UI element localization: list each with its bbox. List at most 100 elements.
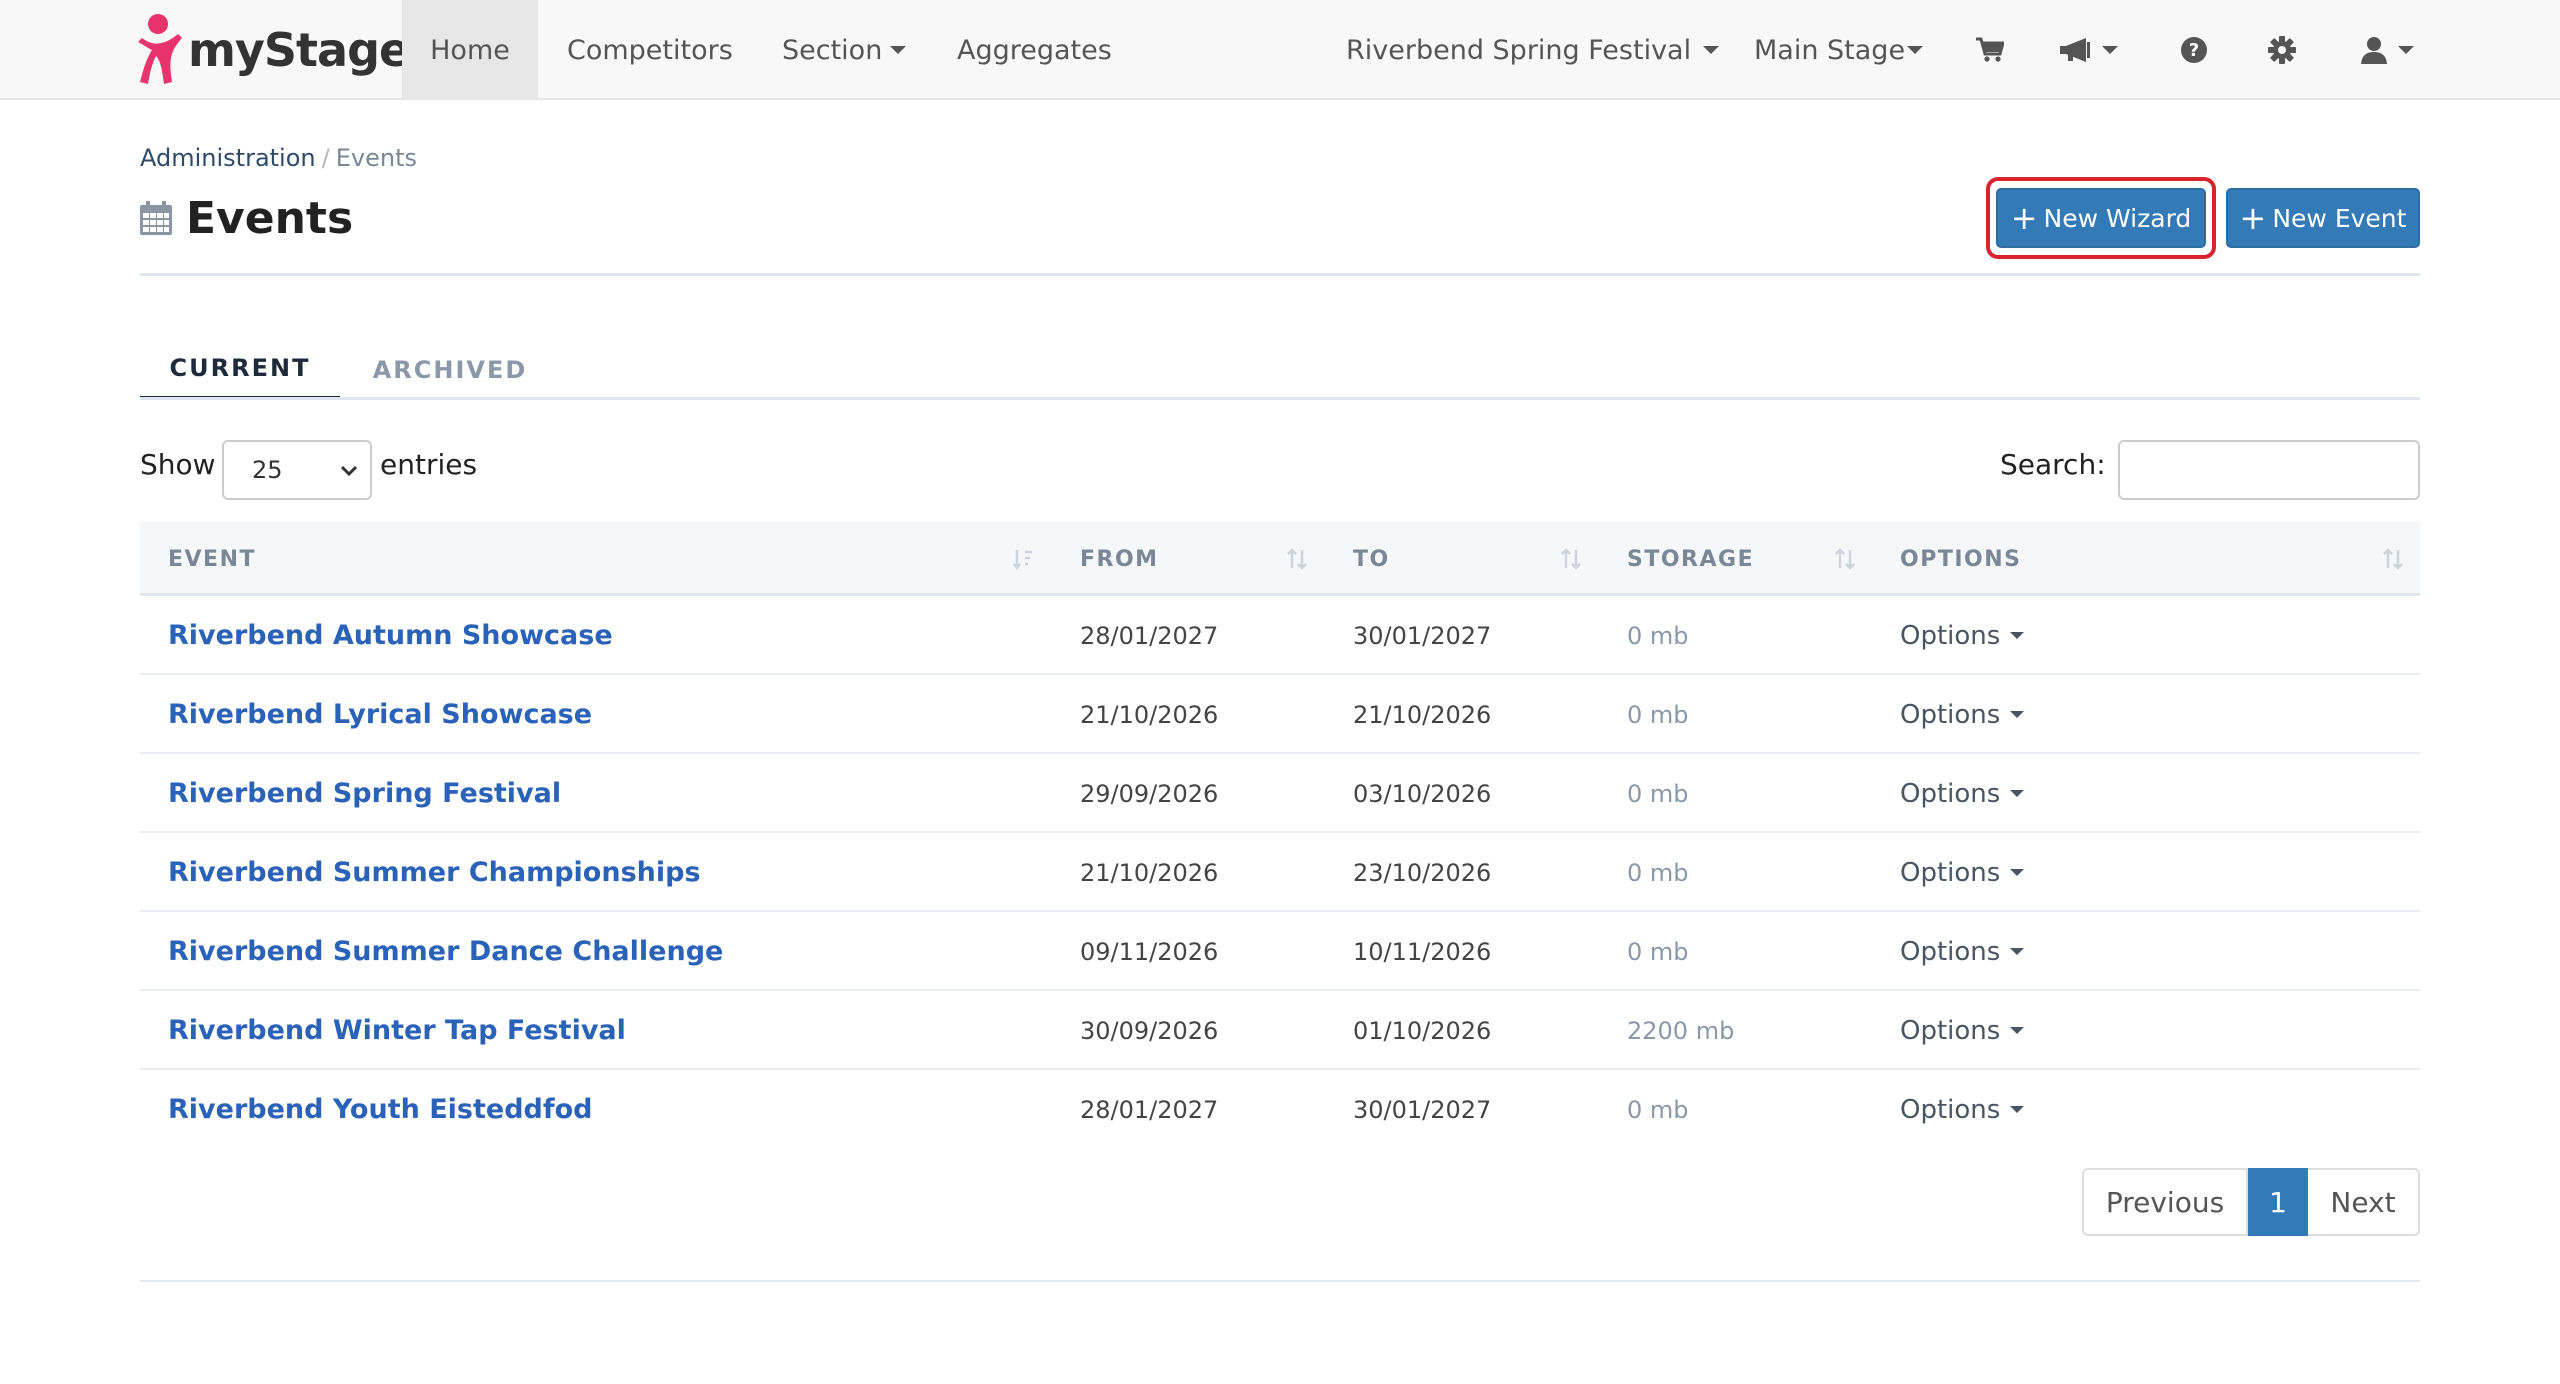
event-to-date: 30/01/2027: [1353, 621, 1492, 650]
search-input[interactable]: [2118, 440, 2420, 500]
table-row: Riverbend Summer Championships 21/10/202…: [140, 833, 2420, 912]
bullhorn-icon: [2060, 38, 2090, 62]
options-dropdown[interactable]: Options: [1900, 1070, 2025, 1149]
chevron-down-icon: [2010, 711, 2025, 718]
event-name-link[interactable]: Riverbend Autumn Showcase: [168, 596, 613, 675]
sort-icon: [2383, 548, 2403, 570]
options-dropdown[interactable]: Options: [1900, 991, 2025, 1070]
nav-section-dropdown[interactable]: Section: [782, 0, 907, 100]
pagination-page-button[interactable]: 1: [2248, 1168, 2308, 1236]
options-dropdown[interactable]: Options: [1900, 596, 2025, 675]
breadcrumb-separator: /: [321, 144, 330, 172]
options-label: Options: [1900, 699, 2001, 730]
help-button[interactable]: ?: [2180, 0, 2208, 100]
announcements-dropdown[interactable]: [2060, 0, 2118, 100]
event-storage: 0 mb: [1627, 779, 1689, 808]
event-name-link[interactable]: Riverbend Spring Festival: [168, 754, 561, 833]
event-to-date: 21/10/2026: [1353, 700, 1492, 729]
col-header-options[interactable]: OPTIONS: [1900, 522, 2021, 596]
options-label: Options: [1900, 936, 2001, 967]
nav-aggregates-label: Aggregates: [957, 34, 1112, 66]
pagination: Previous 1 Next: [2082, 1168, 2420, 1236]
table-row: Riverbend Summer Dance Challenge 09/11/2…: [140, 912, 2420, 991]
nav-competitors[interactable]: Competitors: [567, 0, 733, 100]
brand-logo[interactable]: myStage: [138, 10, 410, 90]
calendar-icon: [140, 201, 172, 235]
stage-selector-label: Main Stage: [1754, 34, 1906, 66]
stage-selector-dropdown[interactable]: Main Stage: [1754, 0, 1924, 100]
table-header: EVENT FROM TO STORAGE OPTIONS: [140, 522, 2420, 596]
breadcrumb-current: Events: [335, 144, 417, 172]
col-header-from[interactable]: FROM: [1080, 522, 1159, 596]
nav-aggregates[interactable]: Aggregates: [957, 0, 1112, 100]
event-name-link[interactable]: Riverbend Youth Eisteddfod: [168, 1070, 593, 1149]
options-dropdown[interactable]: Options: [1900, 754, 2025, 833]
table-row: Riverbend Autumn Showcase 28/01/2027 30/…: [140, 596, 2420, 675]
settings-button[interactable]: [2268, 0, 2296, 100]
options-dropdown[interactable]: Options: [1900, 912, 2025, 991]
new-event-button[interactable]: + New Event: [2226, 188, 2420, 248]
table-row: Riverbend Winter Tap Festival 30/09/2026…: [140, 991, 2420, 1070]
event-name-link[interactable]: Riverbend Summer Dance Challenge: [168, 912, 723, 991]
chevron-down-icon: [340, 465, 358, 477]
nav-section-label: Section: [782, 34, 883, 66]
new-wizard-label: New Wizard: [2043, 203, 2192, 233]
sort-icon: [1561, 548, 1581, 570]
tab-current[interactable]: CURRENT: [140, 340, 340, 400]
chevron-down-icon: [2010, 790, 2025, 797]
options-label: Options: [1900, 620, 2001, 651]
nav-home[interactable]: Home: [402, 0, 538, 100]
new-event-label: New Event: [2272, 203, 2407, 233]
nav-competitors-label: Competitors: [567, 34, 733, 66]
nav-home-label: Home: [430, 34, 510, 66]
col-header-storage-label: STORAGE: [1627, 546, 1755, 572]
chevron-down-icon: [890, 46, 907, 54]
col-header-storage[interactable]: STORAGE: [1627, 522, 1754, 596]
chevron-down-icon: [1703, 46, 1720, 54]
options-dropdown[interactable]: Options: [1900, 833, 2025, 912]
entries-label: entries: [380, 448, 478, 481]
event-storage: 2200 mb: [1627, 1016, 1735, 1045]
svg-text:?: ?: [2189, 40, 2199, 61]
tab-current-label: CURRENT: [169, 354, 311, 382]
breadcrumb-administration[interactable]: Administration: [140, 144, 316, 172]
help-icon: ?: [2181, 37, 2207, 63]
page-length-select[interactable]: 25: [222, 440, 372, 500]
event-selector-dropdown[interactable]: Riverbend Spring Festival: [1346, 0, 1720, 100]
event-storage: 0 mb: [1627, 621, 1689, 650]
col-header-event[interactable]: EVENT: [168, 522, 256, 596]
options-label: Options: [1900, 1094, 2001, 1125]
sort-icon: [1013, 550, 1032, 570]
options-label: Options: [1900, 1015, 2001, 1046]
page-title: Events: [186, 192, 354, 244]
event-selector-label: Riverbend Spring Festival: [1346, 34, 1692, 66]
options-dropdown[interactable]: Options: [1900, 675, 2025, 754]
table-row: Riverbend Spring Festival 29/09/2026 03/…: [140, 754, 2420, 833]
event-to-date: 10/11/2026: [1353, 937, 1492, 966]
chevron-down-icon: [2102, 46, 2118, 54]
user-menu-dropdown[interactable]: [2360, 0, 2414, 100]
breadcrumb: Administration / Events: [140, 144, 417, 172]
event-name-link[interactable]: Riverbend Winter Tap Festival: [168, 991, 626, 1070]
tab-archived[interactable]: ARCHIVED: [360, 340, 540, 400]
chevron-down-icon: [2010, 1027, 2025, 1034]
brand-name: myStage: [188, 23, 410, 77]
cart-button[interactable]: [1976, 0, 2004, 100]
col-header-event-label: EVENT: [168, 546, 257, 572]
footer-divider: [140, 1280, 2420, 1282]
event-storage: 0 mb: [1627, 937, 1689, 966]
pagination-previous-button[interactable]: Previous: [2082, 1168, 2248, 1236]
table-row: Riverbend Lyrical Showcase 21/10/2026 21…: [140, 675, 2420, 754]
event-name-link[interactable]: Riverbend Lyrical Showcase: [168, 675, 592, 754]
col-header-options-label: OPTIONS: [1900, 546, 2022, 572]
pagination-next-button[interactable]: Next: [2308, 1168, 2420, 1236]
event-name-link[interactable]: Riverbend Summer Championships: [168, 833, 701, 912]
page-header: Events: [140, 188, 353, 248]
event-from-date: 28/01/2027: [1080, 621, 1219, 650]
event-from-date: 21/10/2026: [1080, 700, 1219, 729]
new-wizard-button[interactable]: + New Wizard: [1996, 188, 2206, 248]
chevron-down-icon: [2398, 46, 2414, 54]
col-header-to-label: TO: [1353, 546, 1390, 572]
col-header-to[interactable]: TO: [1353, 522, 1390, 596]
event-to-date: 01/10/2026: [1353, 1016, 1492, 1045]
